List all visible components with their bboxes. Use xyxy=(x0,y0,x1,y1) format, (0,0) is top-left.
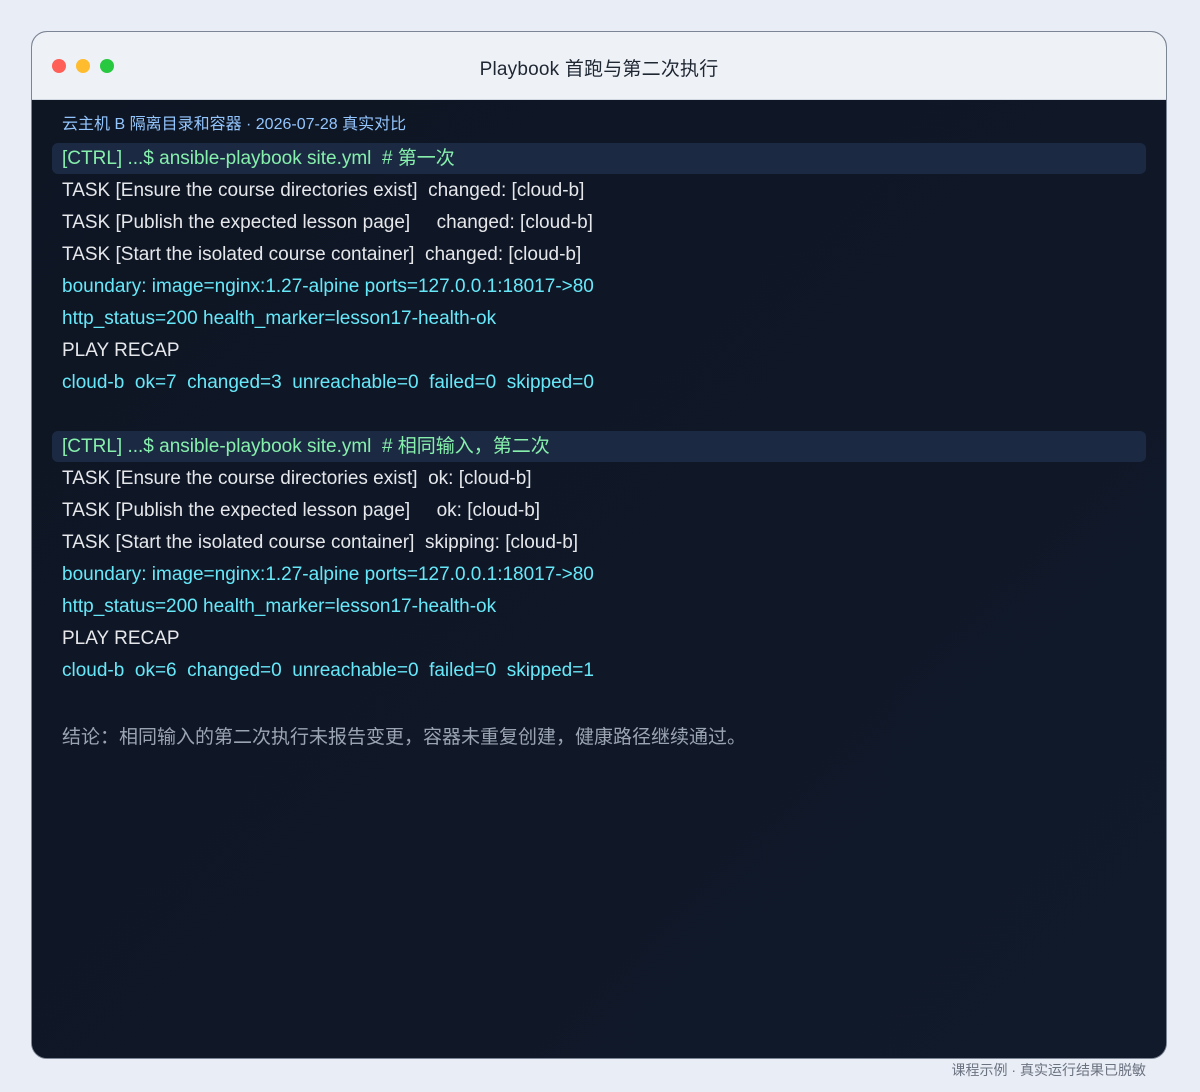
title-bar: Playbook 首跑与第二次执行 xyxy=(32,32,1166,100)
task-line: TASK [Publish the expected lesson page] … xyxy=(62,212,593,233)
command-line: [CTRL] ...$ ansible-playbook site.yml # … xyxy=(52,431,1146,462)
footer-note: 课程示例 · 真实运行结果已脱敏 xyxy=(951,1062,1146,1078)
recap-line: cloud-b ok=7 changed=3 unreachable=0 fai… xyxy=(62,372,594,393)
health-line: http_status=200 health_marker=lesson17-h… xyxy=(62,596,497,617)
terminal-body[interactable]: 云主机 B 隔离目录和容器 · 2026-07-28 真实对比 [CTRL] .… xyxy=(32,100,1166,1058)
command-line: [CTRL] ...$ ansible-playbook site.yml # … xyxy=(52,143,1146,174)
task-line: TASK [Ensure the course directories exis… xyxy=(62,468,532,489)
boundary-line: boundary: image=nginx:1.27-alpine ports=… xyxy=(62,564,594,585)
boundary-line: boundary: image=nginx:1.27-alpine ports=… xyxy=(62,276,594,297)
conclusion-text: 结论：相同输入的第二次执行未报告变更，容器未重复创建，健康路径继续通过。 xyxy=(62,727,747,748)
terminal-window: Playbook 首跑与第二次执行 云主机 B 隔离目录和容器 · 2026-0… xyxy=(31,31,1167,1059)
recap-header: PLAY RECAP xyxy=(62,628,180,649)
first-run-output: [CTRL] ...$ ansible-playbook site.yml # … xyxy=(52,143,1146,399)
second-run-output: [CTRL] ...$ ansible-playbook site.yml # … xyxy=(52,431,1146,687)
task-line: TASK [Ensure the course directories exis… xyxy=(62,180,585,201)
health-line: http_status=200 health_marker=lesson17-h… xyxy=(62,308,497,329)
session-meta: 云主机 B 隔离目录和容器 · 2026-07-28 真实对比 xyxy=(62,116,407,133)
task-line: TASK [Publish the expected lesson page] … xyxy=(62,500,541,521)
window-title: Playbook 首跑与第二次执行 xyxy=(479,59,719,80)
recap-line: cloud-b ok=6 changed=0 unreachable=0 fai… xyxy=(62,660,594,681)
task-line: TASK [Start the isolated course containe… xyxy=(62,244,582,265)
recap-header: PLAY RECAP xyxy=(62,340,180,361)
task-line: TASK [Start the isolated course containe… xyxy=(62,532,579,553)
